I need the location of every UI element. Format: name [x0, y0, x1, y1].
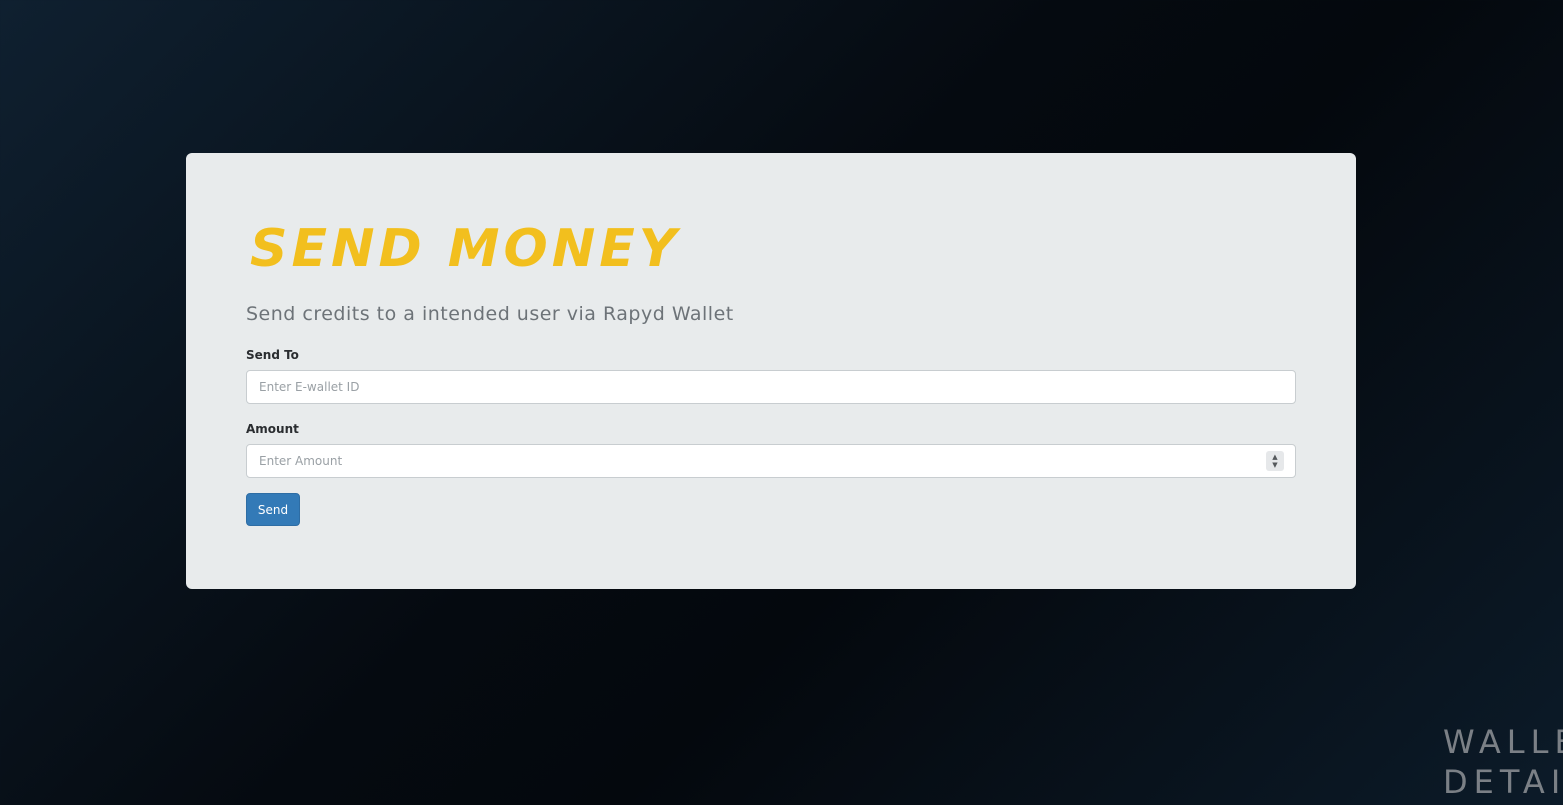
amount-field-wrapper: ▲ ▼	[246, 444, 1296, 478]
page-title: SEND MONEY	[250, 219, 681, 279]
send-to-label: Send To	[246, 348, 299, 362]
page-subtitle: Send credits to a intended user via Rapy…	[246, 303, 734, 325]
number-stepper[interactable]: ▲ ▼	[1266, 451, 1284, 471]
chevron-down-icon[interactable]: ▼	[1272, 461, 1277, 469]
chevron-up-icon[interactable]: ▲	[1272, 453, 1277, 461]
send-button[interactable]: Send	[246, 493, 300, 526]
send-money-card: SEND MONEY Send credits to a intended us…	[186, 153, 1356, 589]
amount-label: Amount	[246, 422, 299, 436]
wallet-details-line1: WALLET	[1443, 723, 1563, 761]
ewallet-id-input[interactable]	[246, 370, 1296, 404]
wallet-details-line2: DETAILS	[1443, 763, 1563, 801]
wallet-details-heading: WALLET DETAILS	[1443, 722, 1563, 802]
amount-input[interactable]	[246, 444, 1296, 478]
